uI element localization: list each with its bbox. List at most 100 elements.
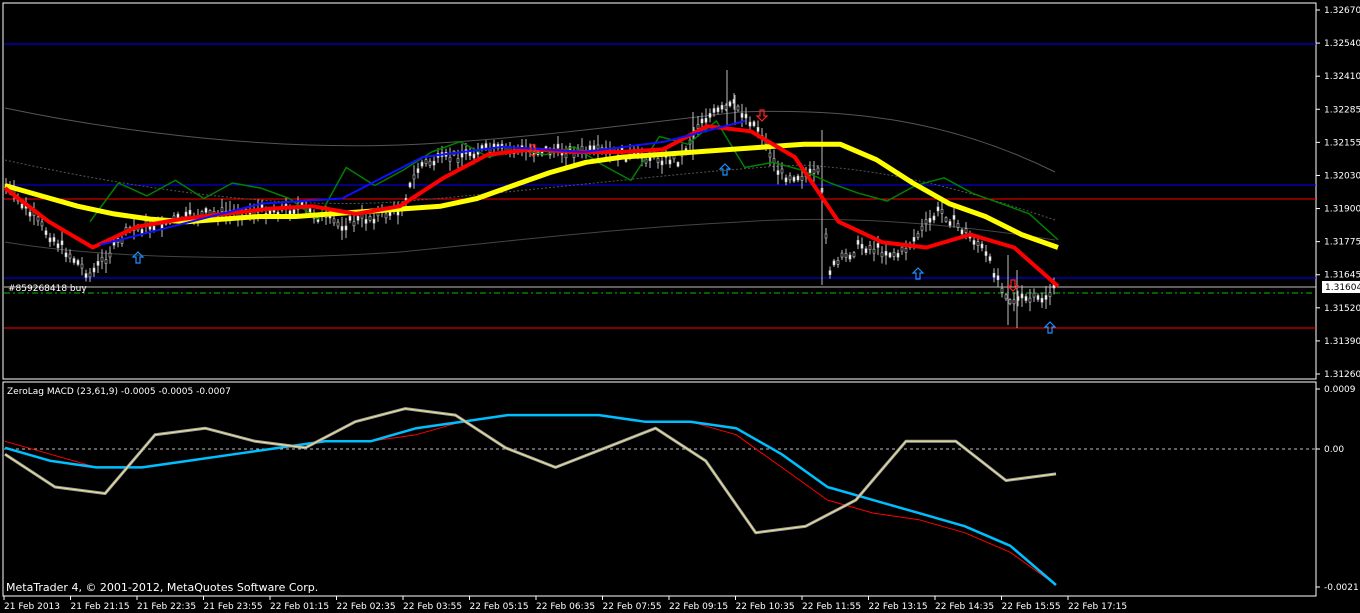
candle-body [344,225,348,231]
candle-body [644,158,648,164]
candle-body [596,144,600,150]
candle-body [712,108,716,113]
candle-body [780,168,784,174]
price-tick-label: 1.31260 [1324,370,1360,380]
candle-body [92,267,96,273]
candle-body [984,251,988,256]
candle-body [76,260,80,265]
candle-body [716,107,720,113]
candle-body [308,208,312,213]
candle-body [876,243,880,248]
candle-body [580,145,584,151]
candle-body [916,233,920,238]
candle-body [184,211,188,217]
order-label[interactable]: #859268418 buy [8,284,87,294]
candle-body [484,143,488,148]
candle-body [768,152,772,158]
candle-body [988,256,992,261]
price-tick-label: 1.32155 [1324,138,1360,148]
candle-body [960,229,964,235]
price-tick-label: 1.32285 [1324,105,1360,115]
candle-body [976,241,980,246]
candle-body [840,252,844,258]
macd-tick-label: 0.0009 [1324,385,1356,395]
candle-body [384,213,388,219]
price-tick-label: 1.32410 [1324,72,1360,82]
candle-body [880,252,884,258]
time-tick-label: 21 Feb 23:55 [204,602,263,612]
candle-body [936,206,940,212]
candle-body [1028,297,1032,303]
price-tick-label: 1.31390 [1324,337,1360,347]
candle-body [108,252,112,258]
chart-window[interactable]: #859268418 buy 1.32670 1.32540 1.32410 1.32… [0,0,1360,613]
candle-body [668,159,672,165]
candle-body [720,104,724,110]
candle-body [904,248,908,253]
candle-body [676,161,680,167]
candle-body [104,259,108,264]
candle-body [1000,287,1004,293]
candle-body [80,263,84,269]
candle-body [28,211,32,217]
candle-body [656,158,660,163]
candle-body [812,169,816,174]
candle-body [64,252,68,258]
price-tick-label: 1.31775 [1324,238,1360,248]
time-tick-label: 22 Feb 03:55 [403,602,462,612]
price-tick-label: 1.32030 [1324,171,1360,181]
copyright-text: MetaTrader 4, © 2001-2012, MetaQuotes So… [6,581,318,594]
time-tick-label: 22 Feb 05:15 [470,602,529,612]
price-tick-label: 1.32540 [1324,39,1360,49]
candle-body [744,113,748,119]
candle-body [696,124,700,129]
candle-body [728,101,732,107]
candle-body [348,216,352,221]
price-tick-label: 1.31645 [1324,271,1360,281]
candle-body [836,260,840,265]
candle-body [56,243,60,249]
macd-label: ZeroLag MACD (23,61,9) -0.0005 -0.0005 -… [7,387,231,397]
candle-body [964,228,968,233]
candle-body [956,223,960,228]
candle-body [292,209,296,215]
candle-body [368,216,372,221]
candle-body [736,105,740,111]
candle-body [1040,297,1044,303]
candle-body [924,219,928,225]
candle-body [808,168,812,174]
candle-body [792,176,796,182]
candle-body [1012,299,1016,305]
candle-body [140,229,144,234]
candle-body [996,275,1000,281]
candle-body [44,230,48,236]
current-price-label: 1.31604 [1325,283,1360,293]
candle-body [40,221,44,227]
candle-body [372,218,376,224]
candle-body [412,174,416,180]
candle-body [448,156,452,162]
candle-body [756,127,760,132]
time-tick-label: 22 Feb 09:15 [669,602,728,612]
candle-body [340,226,344,231]
candle-body [1048,292,1052,297]
price-tick-label: 1.32670 [1324,6,1360,16]
candle-body [52,237,56,242]
candle-body [660,160,664,166]
candle-body [884,250,888,256]
candle-body [860,243,864,249]
candle-body [88,272,92,278]
candle-body [848,254,852,260]
candle-body [888,252,892,258]
candle-body [824,233,828,239]
candle-body [872,248,876,254]
candle-body [60,240,64,246]
candle-body [472,153,476,159]
candle-body [828,270,832,275]
candle-body [68,253,72,259]
candle-body [588,145,592,150]
candle-body [704,118,708,123]
candle-body [1032,292,1036,298]
candle-body [564,153,568,159]
candle-body [20,203,24,209]
